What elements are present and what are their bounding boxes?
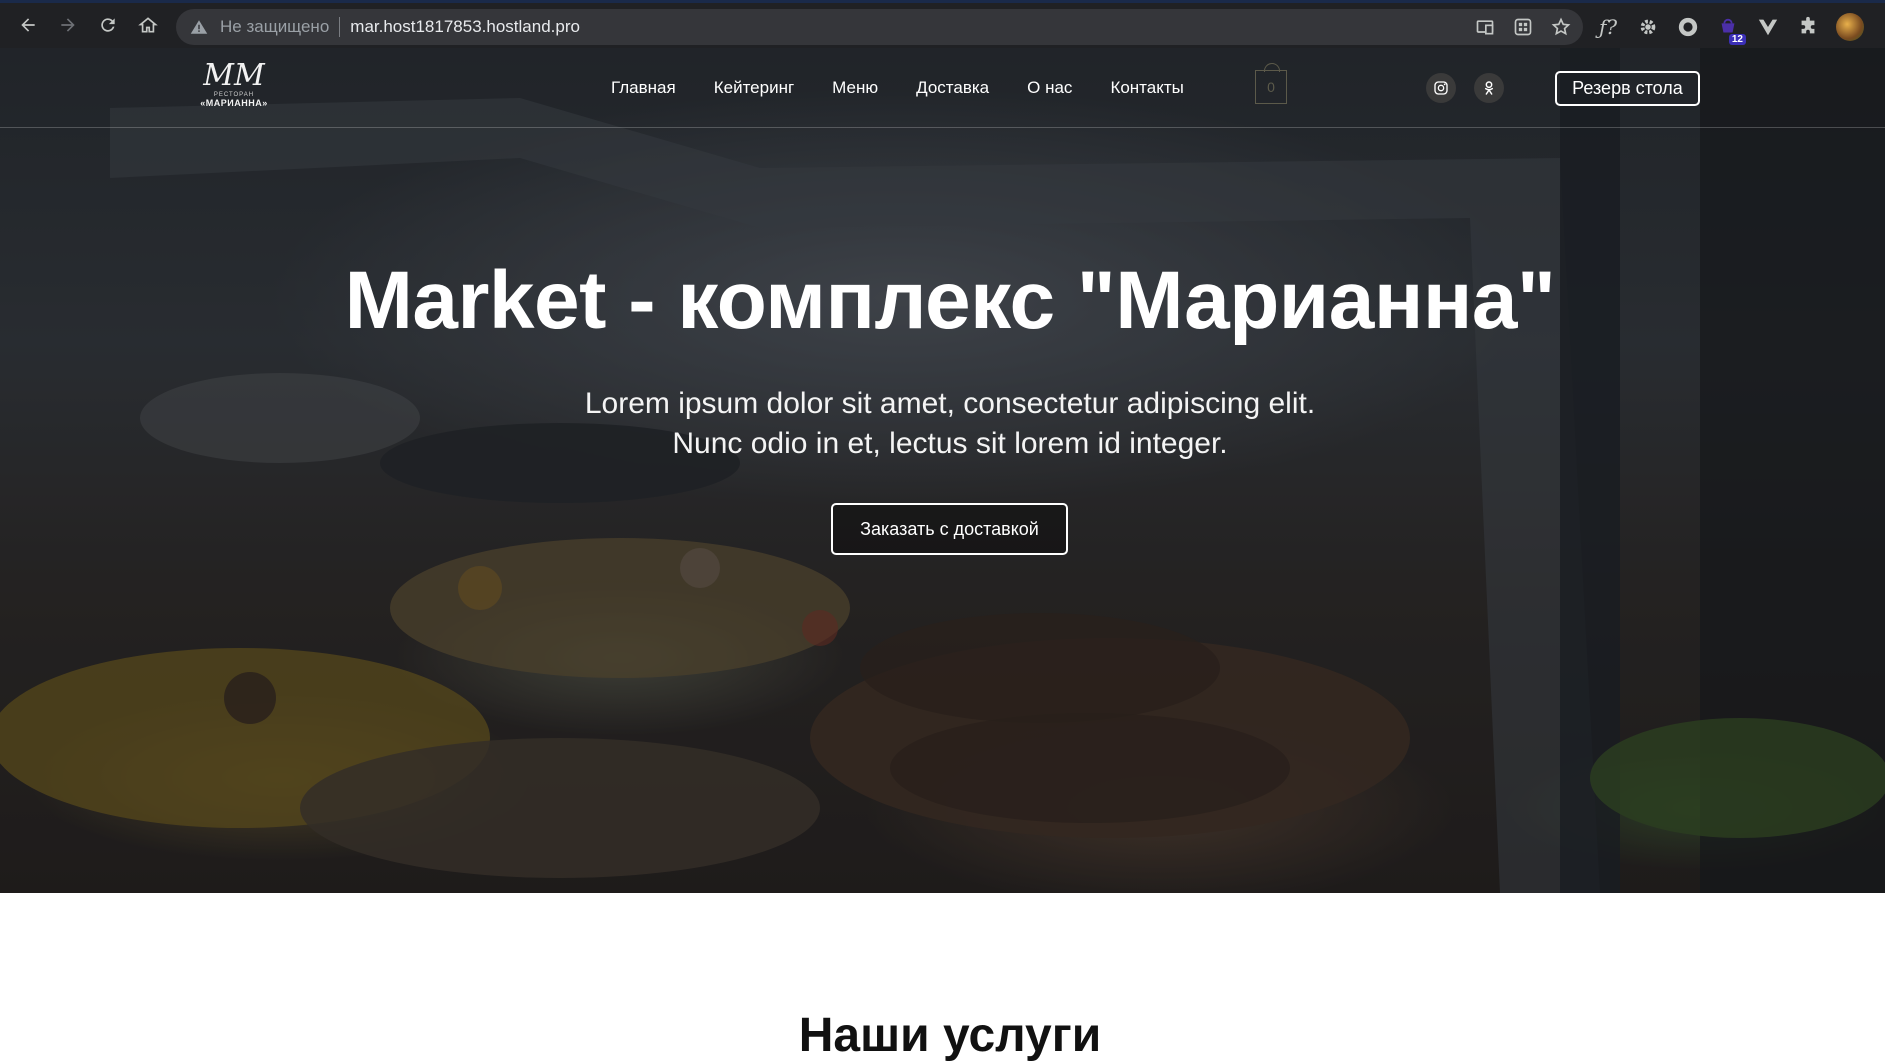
formula-extension-icon[interactable]: ƒ? (1596, 15, 1620, 39)
home-button[interactable] (128, 5, 168, 45)
arrow-right-icon (61, 18, 75, 32)
reload-icon (101, 18, 115, 32)
warning-icon (190, 20, 208, 34)
address-bar[interactable]: Не защищено mar.host1817853.hostland.pro (176, 9, 1583, 45)
extension-badge: 12 (1728, 34, 1746, 45)
services-title: Наши услуги (798, 1009, 1102, 1062)
home-icon (138, 17, 158, 33)
order-delivery-button[interactable]: Заказать с доставкой (831, 503, 1068, 555)
arrow-left-icon (21, 18, 35, 32)
vue-extension-icon[interactable] (1756, 15, 1780, 39)
cast-icon[interactable] (1475, 17, 1495, 37)
qr-code-icon[interactable] (1513, 17, 1533, 37)
gear-extension-icon[interactable] (1636, 15, 1660, 39)
profile-avatar[interactable] (1836, 13, 1864, 41)
address-separator (339, 17, 341, 37)
hero-subtitle: Lorem ipsum dolor sit amet, consectetur … (0, 384, 1885, 464)
reload-button[interactable] (88, 5, 128, 45)
wallet-extension-icon[interactable]: 12 (1716, 15, 1746, 45)
url-text[interactable]: mar.host1817853.hostland.pro (350, 17, 580, 37)
back-button[interactable] (8, 5, 48, 45)
hero-content: Market - комплекс "Марианна" Lorem ipsum… (0, 48, 1885, 893)
browser-toolbar: Не защищено mar.host1817853.hostland.pro… (0, 0, 1885, 48)
puzzle-extensions-icon[interactable] (1796, 15, 1820, 39)
bookmark-star-icon[interactable] (1551, 17, 1571, 37)
hero-subtitle-line1: Lorem ipsum dolor sit amet, consectetur … (584, 387, 1316, 420)
hero-section: MM РЕСТОРАН «МАРИАННА» Главная Кейтеринг… (0, 48, 1885, 893)
forward-button[interactable] (48, 5, 88, 45)
insecure-label: Не защищено (220, 17, 330, 36)
hero-title: Market - комплекс "Марианна" (344, 255, 1556, 346)
vpn-extension-icon[interactable] (1676, 15, 1700, 39)
hero-subtitle-line2: Nunc odio in et, lectus sit lorem id int… (672, 427, 1228, 460)
